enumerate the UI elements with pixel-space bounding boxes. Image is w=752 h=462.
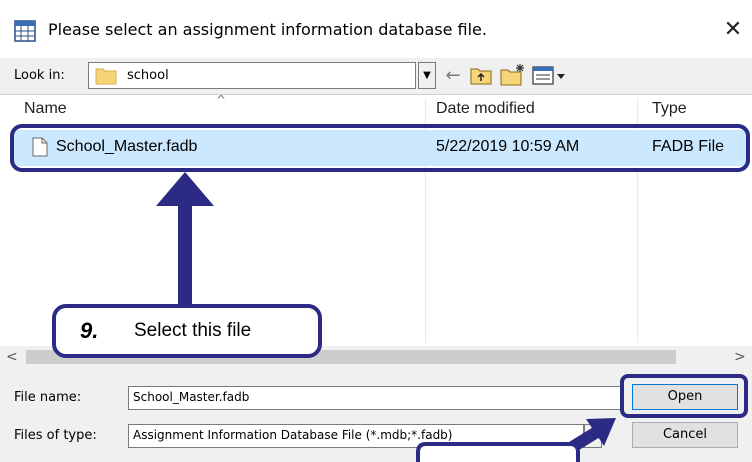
folder-icon (95, 68, 117, 85)
cancel-button[interactable]: Cancel (632, 422, 738, 448)
column-header-name[interactable]: Name (24, 100, 67, 118)
up-folder-icon[interactable] (470, 66, 492, 86)
scroll-right-icon[interactable]: > (734, 349, 746, 365)
close-icon[interactable]: ✕ (718, 14, 748, 46)
lookin-combobox[interactable]: school (88, 62, 416, 89)
step-instruction: Select this file (134, 320, 252, 341)
dialog-app-icon (14, 20, 36, 42)
column-header-type[interactable]: Type (652, 100, 687, 118)
chevron-down-icon[interactable]: ▼ (584, 424, 602, 448)
back-arrow-icon[interactable]: ← (442, 62, 464, 89)
lookin-value: school (127, 68, 169, 83)
file-highlight-box (10, 124, 750, 172)
open-highlight-box (620, 374, 748, 418)
chevron-down-icon[interactable]: ▼ (418, 62, 436, 89)
filetype-select[interactable]: Assignment Information Database File (*.… (128, 424, 584, 448)
filetype-label: Files of type: (14, 428, 97, 443)
step-number: 9. (80, 318, 99, 343)
scroll-left-icon[interactable]: < (6, 349, 18, 365)
dialog-title: Please select an assignment information … (48, 20, 487, 39)
sort-ascending-icon: ^ (216, 93, 227, 107)
view-menu-icon[interactable] (532, 65, 568, 87)
new-folder-icon[interactable] (500, 63, 526, 87)
filename-label: File name: (14, 390, 82, 405)
filename-input[interactable]: School_Master.fadb (128, 386, 624, 410)
column-header-date[interactable]: Date modified (436, 100, 535, 118)
lookin-label: Look in: (14, 68, 65, 83)
